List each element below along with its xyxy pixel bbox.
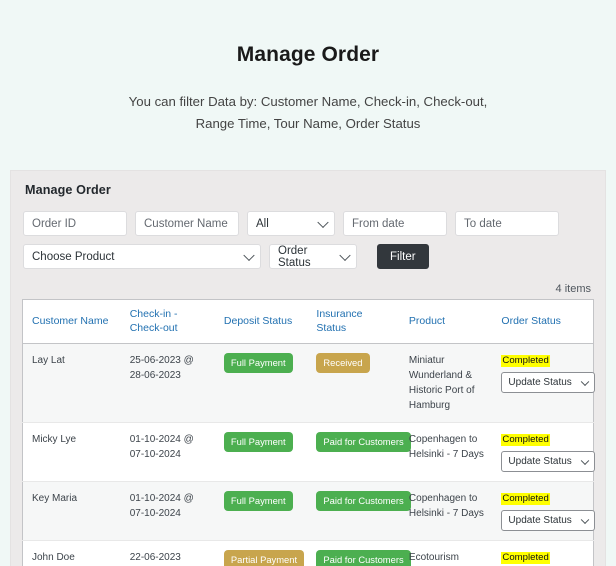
all-select-value: All — [256, 217, 269, 230]
choose-product-select[interactable]: Choose Product — [23, 244, 261, 269]
cell-order-status: Completed Update Status — [492, 343, 596, 423]
cell-deposit-status: Partial Payment — [214, 540, 308, 566]
update-status-select[interactable]: Update Status — [501, 451, 596, 473]
filter-bar: All Choose Product Order Status Filter — [11, 197, 605, 269]
cell-order-status: CompletedUpdate Status — [492, 540, 594, 566]
cell-deposit-status: Full Payment — [214, 343, 308, 423]
page-subtitle-line-1: You can filter Data by: Customer Name, C… — [128, 94, 488, 110]
panel-heading: Manage Order — [25, 183, 111, 197]
header-checkin-checkout[interactable]: Check-in - Check-out — [120, 299, 215, 345]
to-date-input[interactable] — [455, 211, 559, 236]
cell-product: Copenhagen to Helsinki - 7 Days — [399, 481, 493, 541]
deposit-status-badge: Full Payment — [223, 432, 293, 452]
page-title: Manage Order — [236, 43, 380, 66]
header-order-status[interactable]: Order Status — [492, 299, 594, 345]
status-badge: Completed — [501, 434, 550, 447]
table-body: Lay Lat 25-06-2023 @ 28-06-2023 Full Payme… — [22, 343, 596, 566]
filter-row-secondary: Choose Product Order Status Filter — [23, 244, 593, 269]
cell-customer-name: Key Maria — [22, 481, 121, 541]
cell-order-status: Completed Update Status — [492, 481, 596, 541]
cell-deposit-status: Full Payment — [214, 481, 308, 541]
cell-customer-name: Micky Lye — [22, 422, 121, 482]
filter-row-primary: All — [23, 211, 593, 236]
cell-checkin-checkout: 25-06-2023 @ 28-06-2023 — [120, 343, 215, 423]
status-badge: Completed — [501, 552, 550, 565]
header-customer-name[interactable]: Customer Name — [22, 299, 121, 345]
chevron-down-icon — [581, 456, 590, 465]
insurance-status-badge: Received — [316, 353, 370, 373]
cell-order-status: Completed Update Status — [492, 422, 596, 482]
chevron-down-icon — [317, 216, 329, 228]
cell-customer-name: John Doe — [22, 540, 121, 566]
cell-insurance-status: Paid for Customers — [307, 540, 411, 566]
update-status-select[interactable]: Update Status — [501, 372, 596, 394]
hero-header: Manage Order You can filter Data by: Cus… — [0, 0, 616, 134]
insurance-status-badge: Paid for Customers — [316, 491, 411, 511]
deposit-status-badge: Full Payment — [223, 353, 293, 373]
header-insurance-status[interactable]: Insurance Status — [307, 299, 400, 345]
cell-product: Copenhagen to Helsinki - 7 Days — [399, 422, 493, 482]
chevron-down-icon — [339, 249, 351, 261]
insurance-status-badge: Paid for Customers — [316, 432, 411, 452]
from-date-input[interactable] — [343, 211, 447, 236]
filter-button[interactable]: Filter — [377, 244, 429, 269]
deposit-status-badge: Partial Payment — [223, 550, 305, 566]
cell-insurance-status: Received — [307, 343, 400, 423]
update-status-value: Update Status — [508, 515, 572, 527]
cell-insurance-status: Paid for Customers — [307, 422, 411, 482]
chevron-down-icon — [581, 377, 590, 386]
table-row: Micky Lye 01-10-2024 @ 07-10-2024 Full Pay… — [22, 422, 596, 482]
update-status-select[interactable]: Update Status — [501, 510, 596, 532]
table-row: John Doe22-06-2023 08:00 AM @ 22-06-2023… — [22, 540, 594, 566]
page-subtitle: You can filter Data by: Customer Name, C… — [93, 91, 523, 134]
cell-checkin-checkout: 01-10-2024 @ 07-10-2024 — [120, 481, 215, 541]
table-head: Customer Name Check-in - Check-out Depos… — [22, 299, 594, 345]
update-status-value: Update Status — [508, 456, 572, 468]
table-header-row: Customer Name Check-in - Check-out Depos… — [22, 299, 594, 345]
orders-table: Customer Name Check-in - Check-out Depos… — [22, 299, 596, 566]
table-row: Key Maria 01-10-2024 @ 07-10-2024 Full Pay… — [22, 481, 596, 541]
chevron-down-icon — [581, 515, 590, 524]
chevron-down-icon — [243, 249, 255, 261]
cell-insurance-status: Paid for Customers — [307, 481, 411, 541]
cell-checkin-checkout: 22-06-2023 08:00 AM @ 22-06-2023 10:00 A… — [120, 540, 215, 566]
manage-order-panel: Manage Order All Choose Product O — [10, 170, 606, 566]
page-subtitle-line-2: Range Time, Tour Name, Order Status — [195, 115, 421, 131]
cell-deposit-status: Full Payment — [214, 422, 308, 482]
status-badge: Completed — [501, 493, 550, 506]
choose-product-value: Choose Product — [32, 250, 115, 263]
order-id-input[interactable] — [23, 211, 127, 236]
order-status-value: Order Status — [278, 244, 311, 269]
items-count: 4 items — [555, 283, 591, 295]
status-badge: Completed — [501, 355, 550, 368]
orders-table-wrap: Customer Name Check-in - Check-out Depos… — [11, 299, 605, 566]
update-status-value: Update Status — [508, 377, 572, 389]
header-deposit-status[interactable]: Deposit Status — [214, 299, 308, 345]
cell-customer-name: Lay Lat — [22, 343, 121, 423]
deposit-status-badge: Full Payment — [223, 491, 293, 511]
cell-product: Ecotourism Sabah sightseeing tours – 2 h… — [399, 540, 493, 566]
order-status-select[interactable]: Order Status — [269, 244, 357, 269]
cell-checkin-checkout: 01-10-2024 @ 07-10-2024 — [120, 422, 215, 482]
cell-product: Miniatur Wunderland & Historic Port of H… — [399, 343, 493, 423]
all-select[interactable]: All — [247, 211, 335, 236]
page-root: Manage Order You can filter Data by: Cus… — [0, 0, 616, 566]
insurance-status-badge: Paid for Customers — [316, 550, 411, 566]
header-product[interactable]: Product — [399, 299, 493, 345]
table-row: Lay Lat 25-06-2023 @ 28-06-2023 Full Payme… — [22, 343, 596, 423]
customer-name-input[interactable] — [135, 211, 239, 236]
